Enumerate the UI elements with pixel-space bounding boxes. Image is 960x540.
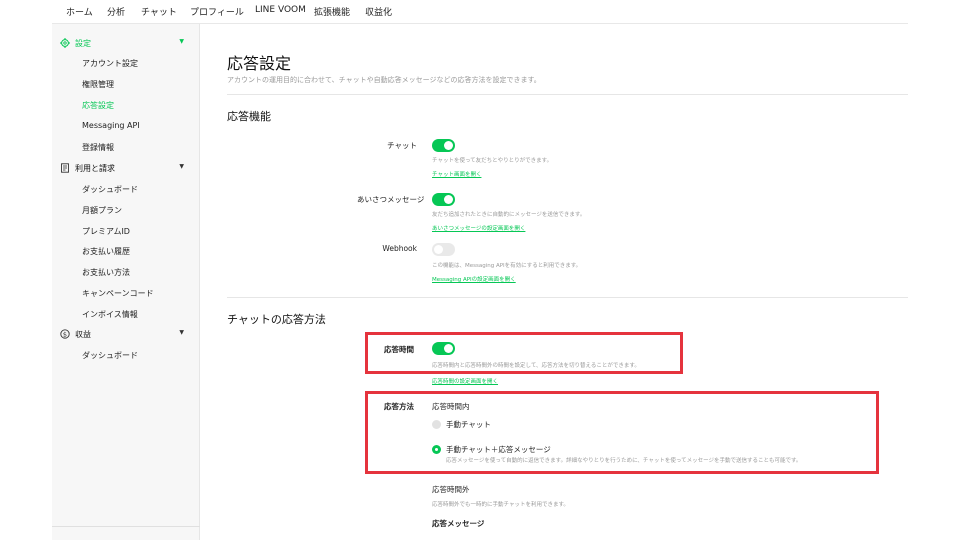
webhook-helper-text: この機能は、Messaging APIを有効にすると利用できます。	[432, 263, 582, 269]
sidebar-item-payment-history[interactable]: お支払い履歴	[82, 246, 130, 257]
page-title: 応答設定	[227, 54, 292, 73]
sidebar-item-registration-info[interactable]: 登録情報	[82, 142, 114, 153]
greeting-settings-link[interactable]: あいさつメッセージの設定画面を開く	[432, 224, 525, 232]
toggle-knob	[434, 245, 443, 254]
sidebar-item-response-settings[interactable]: 応答設定	[82, 100, 114, 111]
sidebar: 設定 ▼ アカウント設定 権限管理 応答設定 Messaging API 登録情…	[52, 24, 200, 540]
receipt-icon	[61, 163, 69, 173]
sidebar-section-label: 利用と請求	[75, 164, 115, 173]
webhook-label: Webhook	[382, 244, 417, 253]
greeting-message-toggle[interactable]	[432, 193, 455, 206]
sidebar-item-invoice-info[interactable]: インボイス情報	[82, 309, 138, 320]
chevron-down-icon: ▼	[179, 163, 184, 170]
page-description: アカウントの運用目的に合わせて、チャットや自動応答メッセージなどの応答方法を設定…	[227, 76, 541, 84]
toggle-knob	[444, 195, 453, 204]
chevron-down-icon: ▼	[179, 329, 184, 336]
divider	[227, 297, 908, 298]
nav-chat[interactable]: チャット	[141, 5, 177, 18]
nav-profile[interactable]: プロフィール	[190, 5, 244, 18]
sidebar-item-campaign-code[interactable]: キャンペーンコード	[82, 288, 154, 299]
chat-label: チャット	[387, 141, 417, 150]
sidebar-item-dashboard[interactable]: ダッシュボード	[82, 184, 138, 195]
sidebar-item-revenue-dashboard[interactable]: ダッシュボード	[82, 350, 138, 361]
gear-icon	[60, 38, 70, 48]
greeting-message-label: あいさつメッセージ	[357, 195, 425, 204]
sidebar-section-billing[interactable]: 利用と請求 ▼	[60, 161, 196, 177]
sidebar-item-payment-method[interactable]: お支払い方法	[82, 267, 130, 278]
section-title-chat-response: チャットの応答方法	[227, 313, 326, 326]
nav-monetization[interactable]: 収益化	[365, 5, 392, 18]
sidebar-item-permissions[interactable]: 権限管理	[82, 79, 114, 90]
chevron-down-icon: ▼	[179, 38, 184, 45]
out-of-hours-label: 応答時間外	[432, 485, 470, 494]
out-of-hours-helper-text: 応答時間外でも一時的に手動チャットを利用できます。	[432, 502, 569, 508]
sidebar-section-revenue[interactable]: $ 収益 ▼	[60, 327, 196, 343]
chat-toggle[interactable]	[432, 139, 455, 152]
highlight-response-hours	[365, 332, 683, 374]
dollar-icon: $	[60, 329, 70, 339]
sidebar-item-monthly-plan[interactable]: 月額プラン	[82, 205, 122, 216]
divider	[227, 94, 908, 95]
response-hours-settings-link[interactable]: 応答時間の設定画面を開く	[432, 377, 498, 385]
sidebar-divider	[52, 526, 200, 527]
svg-text:$: $	[63, 330, 67, 338]
nav-line-voom[interactable]: LINE VOOM	[255, 5, 306, 15]
response-message-label: 応答メッセージ	[432, 519, 485, 528]
sidebar-section-settings[interactable]: 設定 ▼	[60, 36, 196, 52]
messaging-api-settings-link[interactable]: Messaging APIの設定画面を開く	[432, 275, 516, 283]
toggle-knob	[444, 141, 453, 150]
section-title-features: 応答機能	[227, 110, 271, 123]
nav-analytics[interactable]: 分析	[107, 5, 125, 18]
top-navigation: ホーム 分析 チャット プロフィール LINE VOOM 拡張機能 収益化	[52, 0, 908, 24]
sidebar-section-label: 収益	[75, 330, 91, 339]
sidebar-item-premium-id[interactable]: プレミアムID	[82, 226, 130, 237]
nav-home[interactable]: ホーム	[66, 5, 93, 18]
nav-extensions[interactable]: 拡張機能	[314, 5, 350, 18]
sidebar-item-account-settings[interactable]: アカウント設定	[82, 58, 138, 69]
open-chat-link[interactable]: チャット画面を開く	[432, 170, 481, 178]
chat-helper-text: チャットを使って友だちとやりとりができます。	[432, 158, 553, 164]
greeting-message-helper-text: 友だち追加されたときに自動的にメッセージを送信できます。	[432, 212, 586, 218]
sidebar-section-label: 設定	[75, 39, 91, 48]
webhook-toggle[interactable]	[432, 243, 455, 256]
sidebar-item-messaging-api[interactable]: Messaging API	[82, 121, 140, 130]
highlight-response-method	[365, 391, 879, 474]
